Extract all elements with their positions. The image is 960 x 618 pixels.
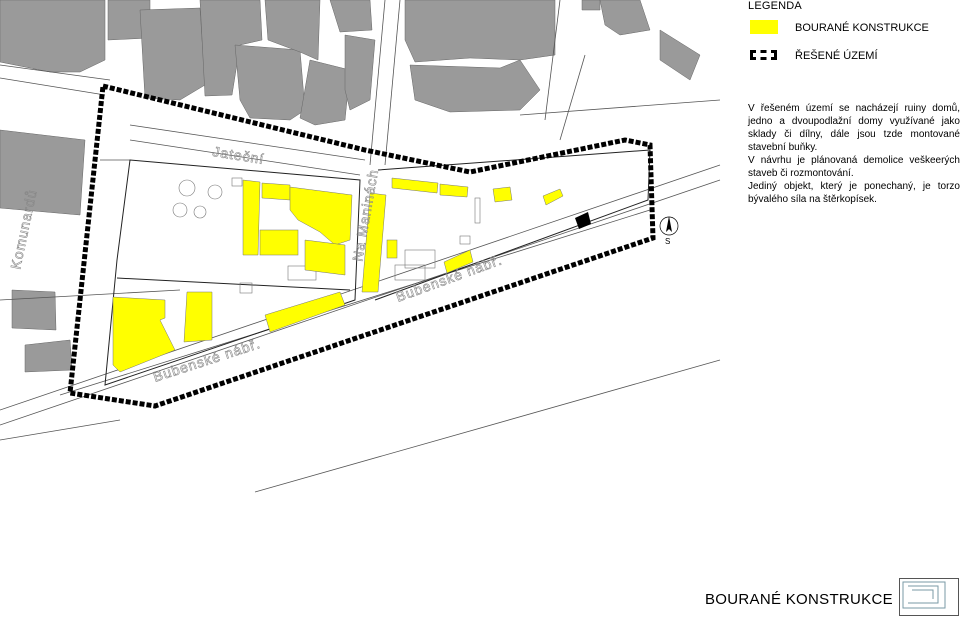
street-label-jatecni: Jateční [212,143,266,167]
retained-silo [575,212,591,229]
legend-demolished-swatch [750,20,778,34]
north-arrow-label: S [665,237,671,246]
legend-demolished-label: BOURANÉ KONSTRUKCE [795,22,929,34]
north-arrow-icon [659,216,679,236]
note-paragraph: Jediný objekt, který je ponechaný, je to… [748,181,960,205]
legend-boundary-swatch [750,50,777,60]
legend-title: LEGENDA [748,0,802,12]
title-block-frame [899,578,959,616]
legend-boundary-label: ŘEŠENÉ ÚZEMÍ [795,50,878,62]
note-paragraph: V řešeném území se nacházejí ruiny domů,… [748,103,960,153]
description-notes: V řešeném území se nacházejí ruiny domů,… [748,102,960,206]
surrounding-buildings [0,0,701,373]
note-paragraph: V návrhu je plánovaná demolice veškeerýc… [748,155,960,179]
demolished-structures [112,177,564,373]
sheet-title: BOURANÉ KONSTRUKCE [705,591,893,608]
site-map: Jateční Na Maninách Bubenské nábř. Buben… [0,0,946,609]
